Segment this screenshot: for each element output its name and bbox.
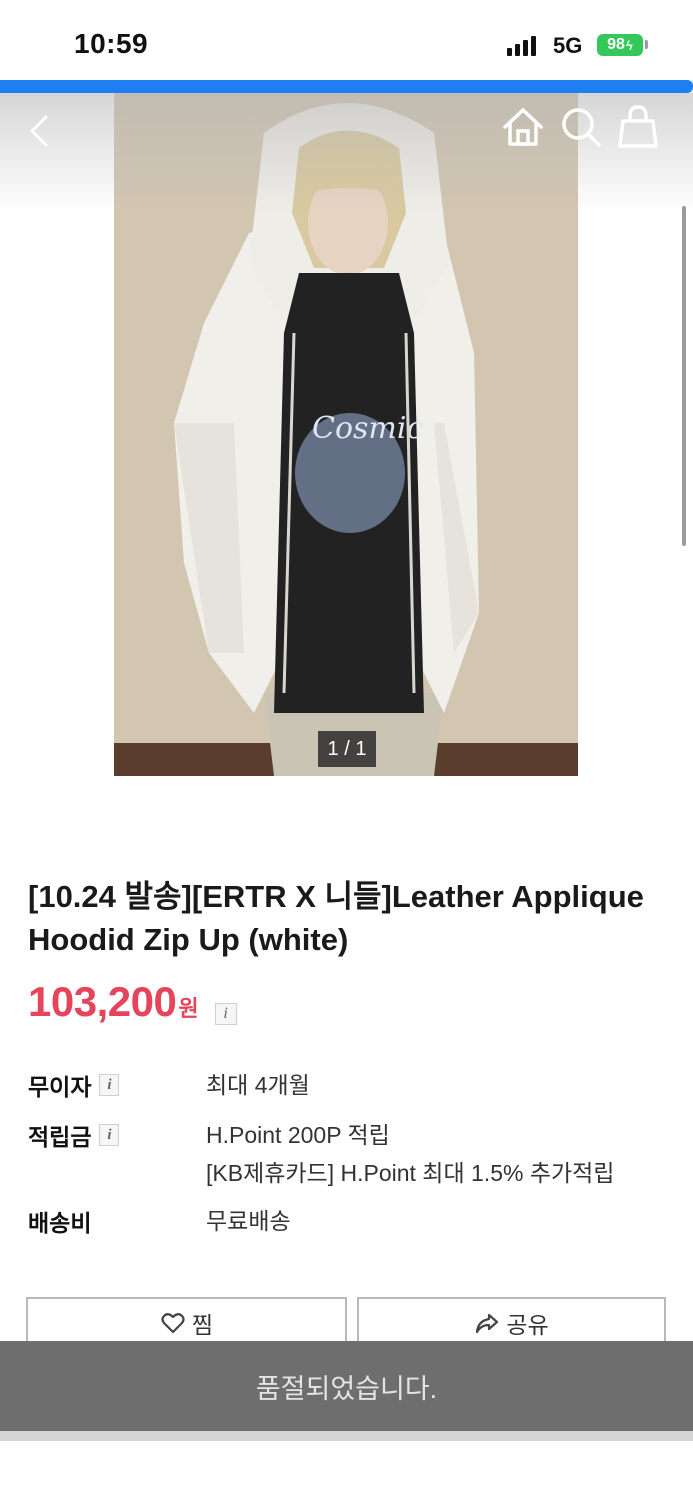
points-value-line1: H.Point 200P 적립 <box>206 1122 390 1148</box>
battery-tip <box>645 40 648 49</box>
bottom-strip <box>0 1431 693 1441</box>
points-value-line2: [KB제휴카드] H.Point 최대 1.5% 추가적립 <box>206 1160 615 1186</box>
installment-label: 무이자 <box>28 1074 92 1100</box>
product-price: 103,200 <box>28 978 177 1025</box>
shopping-bag-icon[interactable] <box>616 103 660 149</box>
points-label: 적립금 <box>28 1124 92 1150</box>
heart-icon <box>161 1313 185 1334</box>
points-label-group: 적립금 i <box>28 1118 120 1152</box>
gallery-page-indicator: 1 / 1 <box>318 731 376 767</box>
battery-icon: 98 ϟ <box>597 34 643 56</box>
home-icon[interactable] <box>501 105 545 149</box>
status-bar: 10:59 5G 98 ϟ <box>0 0 693 80</box>
battery-level: 98 <box>607 36 625 53</box>
page-load-progress-fill <box>0 80 693 93</box>
wish-label: 찜 <box>191 1312 214 1338</box>
product-title: [10.24 발송][ERTR X 니들]Leather Applique Ho… <box>28 879 644 957</box>
status-time: 10:59 <box>74 28 149 59</box>
points-info-icon[interactable]: i <box>99 1124 120 1146</box>
chevron-left-icon[interactable] <box>20 111 60 151</box>
installment-info-icon[interactable]: i <box>99 1074 120 1096</box>
shipping-label: 배송비 <box>28 1210 92 1236</box>
network-label: 5G <box>553 33 583 58</box>
installment-label-group: 무이자 i <box>28 1068 120 1102</box>
scrollbar[interactable] <box>682 206 686 546</box>
signal-icon <box>507 36 536 56</box>
price-row: 103,200 원 i <box>28 978 237 1026</box>
share-icon <box>476 1313 499 1334</box>
shipping-value: 무료배송 <box>206 1208 291 1234</box>
soldout-bar: 품절되었습니다. <box>0 1341 693 1431</box>
page-load-progress <box>0 80 693 93</box>
product-image-gallery[interactable]: Cosmic 1 / 1 <box>0 93 693 813</box>
price-info-icon[interactable]: i <box>214 1003 237 1025</box>
points-value: H.Point 200P 적립 [KB제휴카드] H.Point 최대 1.5%… <box>206 1116 614 1192</box>
search-icon[interactable] <box>559 105 603 149</box>
price-currency: 원 <box>178 996 199 1021</box>
share-label: 공유 <box>506 1312 549 1338</box>
installment-value: 최대 4개월 <box>206 1072 310 1098</box>
